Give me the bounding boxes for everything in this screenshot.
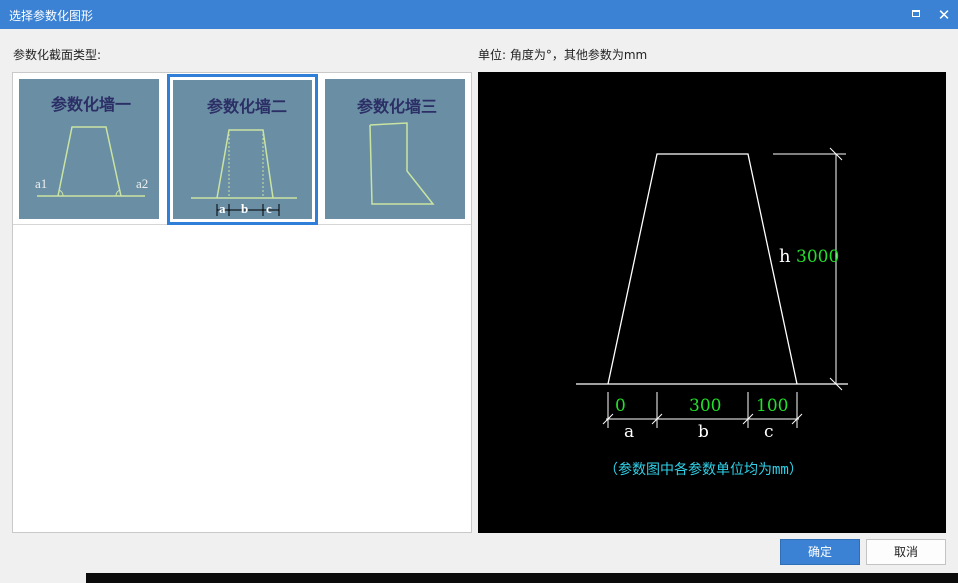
cancel-button[interactable]: 取消 <box>866 539 946 565</box>
label-a2: a2 <box>136 176 148 191</box>
section-type-label: 参数化截面类型: <box>13 48 102 62</box>
wall-2-diagram: a b c <box>191 129 297 216</box>
param-c-value: 100 <box>756 396 788 416</box>
thumbnail-wall-1[interactable]: 参数化墙一 a1 a2 <box>19 79 159 219</box>
param-a-value: 0 <box>615 396 626 416</box>
background-app-strip <box>0 573 958 583</box>
param-a-name: a <box>624 422 634 442</box>
thumbnail-row: 参数化墙一 a1 a2 参数化墙二 a b c 参数化墙三 <box>13 73 471 225</box>
thumbnail-wall-2[interactable]: 参数化墙二 a b c <box>167 74 318 225</box>
parametric-preview-diagram: h 3000 0 300 100 a b c （参数图中各参数单位均为mm） <box>576 147 848 478</box>
height-param-label: h <box>779 246 791 267</box>
label-b: b <box>241 201 248 216</box>
wall-3-diagram <box>369 122 435 205</box>
height-param-value: 3000 <box>796 247 839 267</box>
unit-label: 单位: 角度为°，其他参数为mm <box>478 48 648 62</box>
close-icon[interactable]: ✕ <box>934 5 954 25</box>
label-a1: a1 <box>35 176 47 191</box>
ok-button[interactable]: 确定 <box>780 539 860 565</box>
param-b-value: 300 <box>689 396 721 416</box>
dialog-body: 参数化截面类型: 单位: 角度为°，其他参数为mm 参数化墙一 a1 a2 参数… <box>0 29 958 583</box>
param-b-name: b <box>698 422 709 442</box>
window-title: 选择参数化图形 <box>9 9 94 23</box>
preview-canvas: h 3000 0 300 100 a b c （参数图中各参数单位均为mm） <box>478 72 946 533</box>
shape-type-list: 参数化墙一 a1 a2 参数化墙二 a b c 参数化墙三 <box>12 72 472 533</box>
param-c-name: c <box>764 422 774 442</box>
wall-1-diagram: a1 a2 <box>35 126 148 197</box>
title-bar: 选择参数化图形 ✕ <box>0 0 958 29</box>
background-cad-canvas <box>86 573 958 583</box>
label-c: c <box>266 201 272 216</box>
maximize-icon[interactable] <box>906 5 926 25</box>
label-a: a <box>219 201 226 216</box>
units-note: （参数图中各参数单位均为mm） <box>604 461 803 478</box>
thumbnail-wall-3[interactable]: 参数化墙三 <box>325 79 465 219</box>
